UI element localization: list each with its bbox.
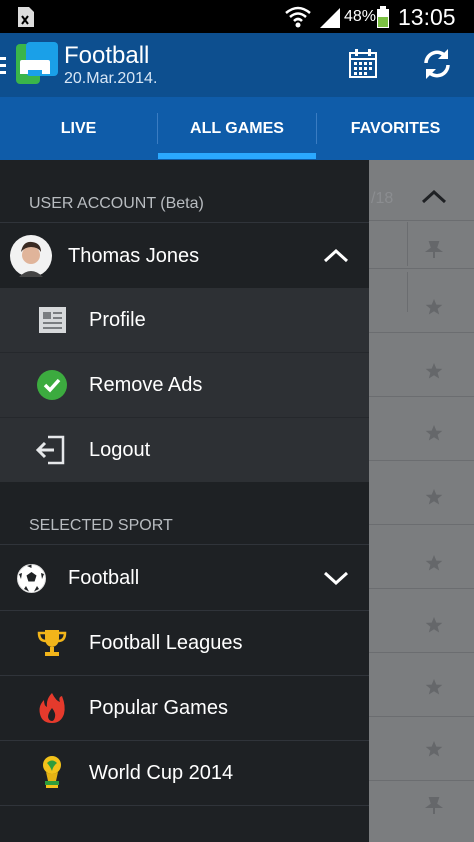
star-icon (425, 741, 443, 757)
menu-icon[interactable] (0, 57, 6, 75)
partial-round-text: /18 (371, 190, 394, 207)
wifi-icon (285, 6, 311, 28)
drawer-item-football-leagues[interactable]: Football Leagues (0, 611, 369, 675)
tab-favorites-label: FAVORITES (350, 119, 441, 137)
calendar-icon[interactable] (348, 49, 378, 79)
row-divider (369, 396, 474, 397)
row-divider (369, 220, 474, 221)
user-account-toggle[interactable]: Thomas Jones (0, 224, 369, 288)
signal-icon (320, 8, 340, 28)
drawer-item-label: Remove Ads (89, 373, 203, 396)
user-name: Thomas Jones (68, 244, 200, 267)
profile-icon (39, 307, 66, 333)
divider (0, 805, 369, 806)
drawer-item-profile[interactable]: Profile (0, 288, 369, 352)
tab-favorites[interactable]: FAVORITES (317, 97, 474, 160)
user-account-header: USER ACCOUNT (Beta) (29, 195, 204, 212)
tab-all-games[interactable]: ALL GAMES (158, 97, 316, 160)
tab-selected-indicator (158, 153, 316, 159)
chevron-up-icon[interactable] (323, 249, 349, 263)
tab-live-label: LIVE (60, 119, 97, 137)
row-divider (369, 780, 474, 781)
star-icon (425, 363, 443, 379)
column-divider (407, 272, 408, 312)
star-icon (425, 679, 443, 695)
drawer-item-label: World Cup 2014 (89, 761, 234, 784)
soccer-ball-icon (17, 564, 46, 593)
trophy-icon (37, 630, 67, 656)
star-icon (425, 617, 443, 633)
chevron-down-icon[interactable] (323, 571, 349, 585)
drawer-item-popular-games[interactable]: Popular Games (0, 676, 369, 740)
star-icon (425, 555, 443, 571)
page-date: 20.Mar.2014. (64, 70, 158, 87)
drawer-item-label: Profile (89, 308, 146, 331)
row-divider (369, 268, 474, 269)
row-divider (369, 716, 474, 717)
collapse-chevron-icon (421, 190, 447, 204)
divider (0, 222, 369, 223)
row-divider (369, 460, 474, 461)
page-title: Football (64, 42, 150, 69)
app-logo-icon[interactable] (16, 42, 58, 86)
selected-sport-name: Football (68, 566, 140, 589)
app-bar: Football 20.Mar.2014. (0, 33, 474, 97)
clock: 13:05 (398, 4, 456, 30)
sim-icon (18, 7, 34, 27)
drawer-item-world-cup-2014[interactable]: World Cup 2014 (0, 741, 369, 805)
pin-icon (425, 797, 443, 814)
drawer-item-logout[interactable]: Logout (0, 418, 369, 482)
drawer-item-label: Logout (89, 438, 151, 461)
status-bar: 48% 13:05 (0, 0, 474, 33)
check-icon (37, 370, 67, 400)
selected-sport-header: SELECTED SPORT (29, 517, 173, 534)
tab-bar: LIVE ALL GAMES FAVORITES (0, 97, 474, 160)
games-list-dimmed: /18 (369, 160, 474, 842)
refresh-icon[interactable] (420, 47, 454, 81)
row-divider (369, 588, 474, 589)
logout-icon (36, 435, 65, 465)
row-divider (369, 332, 474, 333)
row-divider (369, 652, 474, 653)
star-icon (425, 299, 443, 315)
drawer-item-remove-ads[interactable]: Remove Ads (0, 353, 369, 417)
star-icon (425, 489, 443, 505)
drawer-item-label: Football Leagues (89, 631, 243, 654)
battery-percent: 48% (344, 8, 377, 25)
battery-icon (377, 6, 389, 28)
column-divider (407, 222, 408, 266)
drawer-item-label: Popular Games (89, 696, 228, 719)
selected-sport-toggle[interactable]: Football (0, 546, 369, 610)
fire-icon (39, 693, 65, 723)
world-cup-icon (43, 756, 61, 788)
row-divider (369, 524, 474, 525)
pin-icon (425, 241, 443, 258)
tab-all-games-label: ALL GAMES (190, 119, 284, 137)
divider (0, 544, 369, 545)
star-icon (425, 425, 443, 441)
tab-live[interactable]: LIVE (0, 97, 157, 160)
avatar (10, 235, 52, 277)
navigation-drawer: USER ACCOUNT (Beta) Thomas Jones Profile (0, 160, 369, 842)
